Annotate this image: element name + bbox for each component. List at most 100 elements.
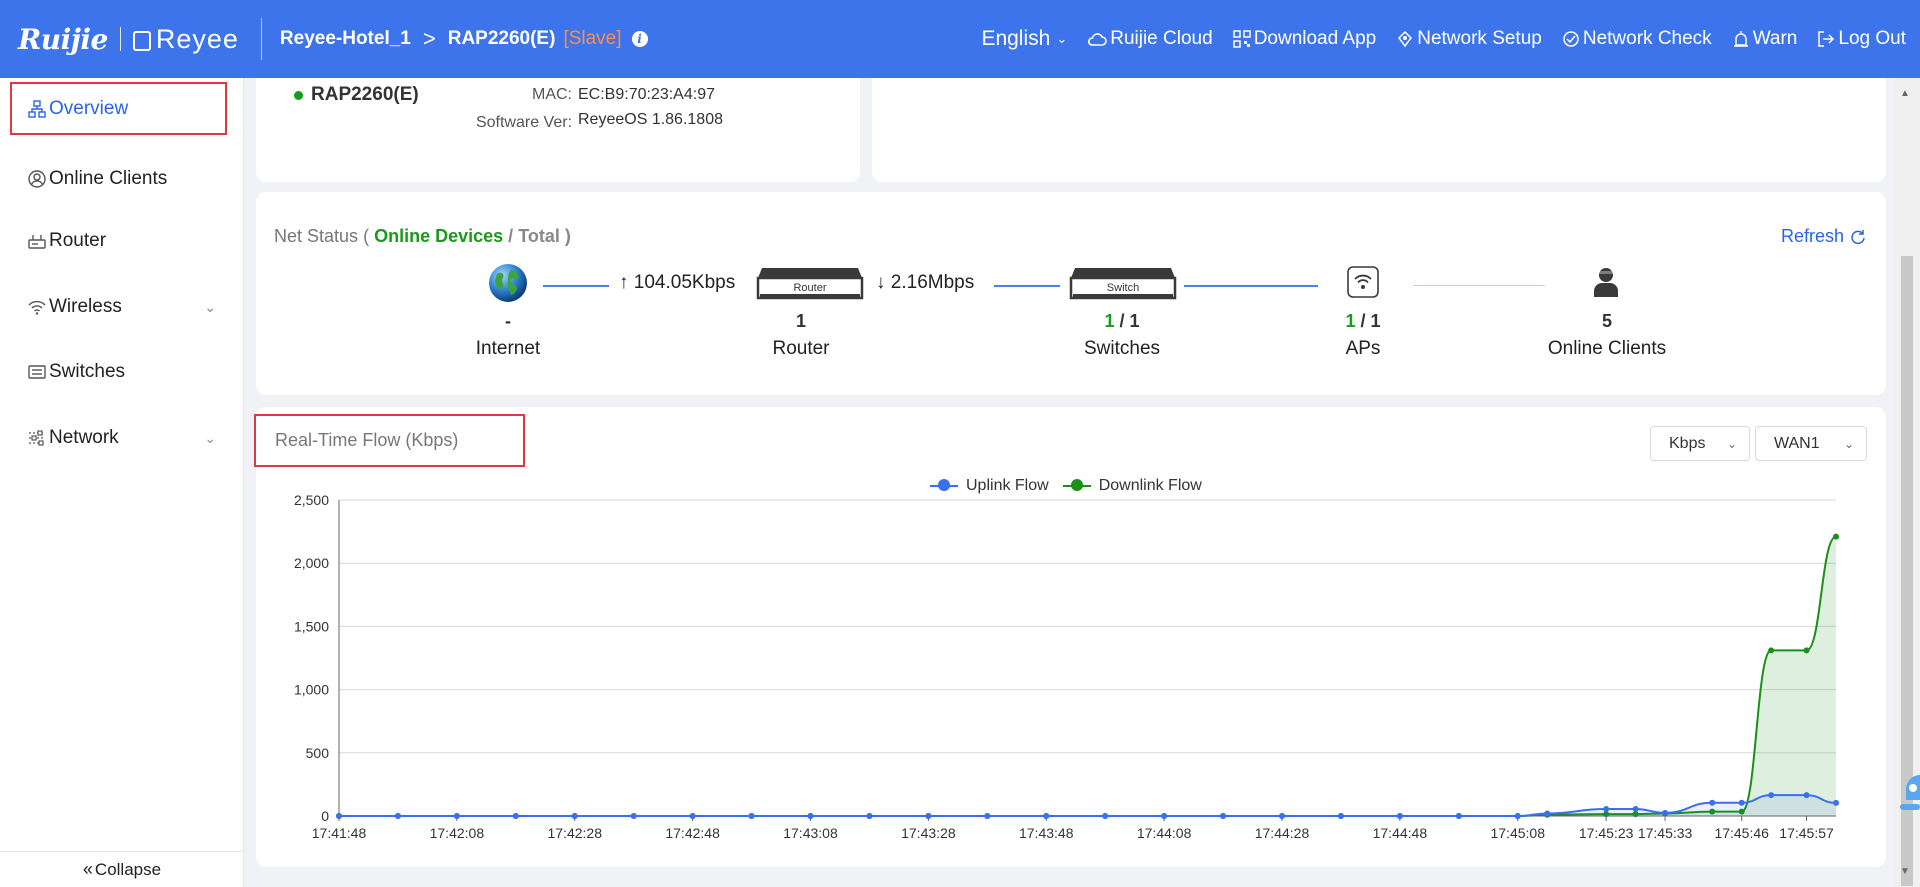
- router-count: 1: [795, 311, 807, 331]
- help-assistant-icon[interactable]: [1895, 770, 1920, 830]
- chevron-down-icon: ⌄: [1056, 31, 1068, 46]
- warn-link[interactable]: Warn: [1732, 28, 1798, 50]
- uplink-flow-point: [748, 813, 755, 819]
- flow-title: Real-Time Flow (Kbps): [254, 414, 525, 467]
- user-circle-icon: [28, 170, 46, 188]
- device-info-card: RAP2260(E) MAC: EC:B9:70:23:A4:97 Softwa…: [256, 78, 860, 182]
- sidebar-item-label: Overview: [49, 97, 129, 119]
- wan-select[interactable]: WAN1 ⌄: [1755, 426, 1867, 461]
- aps-count: 1 / 1: [1345, 311, 1381, 331]
- uplink-flow-point: [984, 813, 991, 819]
- uplink-flow-point: [1603, 806, 1610, 813]
- wifi-icon: [28, 300, 46, 315]
- x-tick-label: 17:45:23: [1579, 825, 1634, 841]
- uplink-flow-point: [1455, 813, 1462, 819]
- qr-code-icon: [1232, 30, 1251, 48]
- sidebar-item-wireless[interactable]: Wireless ⌄: [10, 281, 226, 333]
- downlink-speed-value: 2.16Mbps: [890, 272, 975, 293]
- uplink-flow-point: [1738, 799, 1745, 806]
- logo[interactable]: Ruijie Reyee: [18, 19, 239, 59]
- sidebar-item-online-clients[interactable]: Online Clients: [10, 153, 226, 205]
- uplink-flow-point: [807, 813, 814, 819]
- user-icon[interactable]: [1592, 266, 1620, 298]
- x-tick-label: 17:43:08: [783, 825, 838, 841]
- x-tick-label: 17:41:48: [312, 825, 367, 841]
- sidebar-item-router[interactable]: Router: [10, 215, 226, 267]
- scroll-down-icon[interactable]: ▼: [1900, 866, 1910, 877]
- uplink-flow-point: [1514, 813, 1521, 819]
- switch-icon: [28, 365, 46, 379]
- sidebar: Overview Online Clients Router Wireless …: [0, 78, 244, 887]
- scroll-up-icon[interactable]: ▲: [1900, 88, 1910, 99]
- language-select[interactable]: English ⌄: [981, 27, 1067, 51]
- net-status-card: Net Status ( Online Devices / Total ) Re…: [256, 192, 1886, 395]
- y-tick-label: 0: [321, 808, 329, 824]
- network-setup-link[interactable]: Network Setup: [1396, 28, 1542, 50]
- network-setup-label: Network Setup: [1417, 28, 1542, 49]
- uplink-flow-point: [1278, 813, 1285, 819]
- sidebar-item-label: Wireless: [49, 296, 122, 317]
- router-label: Router: [772, 338, 830, 359]
- warn-label: Warn: [1752, 28, 1798, 49]
- aps-total: 1: [1370, 311, 1381, 331]
- downlink-flow-area: [339, 536, 1836, 816]
- device-role-badge: [Slave]: [563, 28, 622, 49]
- collapse-button[interactable]: « Collapse: [0, 851, 244, 887]
- refresh-button[interactable]: Refresh: [1781, 226, 1866, 247]
- clients-count: 5: [1601, 311, 1613, 331]
- downlink-flow-line: [339, 535, 1837, 817]
- uplink-flow-point: [512, 813, 519, 819]
- net-status-paren-close: ): [564, 226, 571, 246]
- device-details-card: [872, 78, 1886, 182]
- breadcrumb: Reyee-Hotel_1 > RAP2260(E) [Slave] i: [280, 26, 648, 52]
- ruijie-cloud-link[interactable]: Ruijie Cloud: [1087, 28, 1213, 50]
- device-name-text: RAP2260(E): [311, 84, 419, 105]
- globe-icon[interactable]: [487, 262, 529, 304]
- page-scrollbar[interactable]: ▲ ▼: [1894, 78, 1920, 887]
- network-check-link[interactable]: Network Check: [1562, 28, 1712, 50]
- sidebar-item-label: Online Clients: [49, 168, 168, 189]
- download-app-link[interactable]: Download App: [1232, 28, 1376, 50]
- uplink-flow-point: [866, 813, 873, 819]
- uplink-flow-point: [1161, 813, 1168, 819]
- chevron-down-icon: ⌄: [1843, 436, 1854, 451]
- refresh-icon: [1851, 229, 1865, 244]
- info-icon[interactable]: i: [631, 31, 648, 47]
- y-tick-label: 2,000: [294, 555, 329, 571]
- wan-select-value: WAN1: [1774, 434, 1820, 452]
- log-out-link[interactable]: Log Out: [1817, 28, 1906, 50]
- downlink-flow-point: [1803, 647, 1810, 654]
- aps-label: APs: [1345, 338, 1381, 359]
- top-nav: English ⌄ Ruijie Cloud Download App Netw…: [981, 27, 1906, 51]
- uplink-flow-point: [1709, 799, 1716, 806]
- x-tick-label: 17:42:48: [665, 825, 720, 841]
- unit-select[interactable]: Kbps ⌄: [1650, 426, 1750, 461]
- sidebar-item-label: Router: [49, 230, 107, 251]
- uplink-flow-area: [339, 795, 1836, 816]
- x-tick-label: 17:43:28: [901, 825, 956, 841]
- network-setup-icon: [1398, 30, 1413, 48]
- breadcrumb-site[interactable]: Reyee-Hotel_1: [280, 28, 411, 50]
- mac-value: EC:B9:70:23:A4:97: [578, 86, 715, 103]
- sidebar-item-switches[interactable]: Switches: [10, 346, 226, 398]
- net-status-paren-open: (: [363, 226, 370, 246]
- uplink-flow-point: [1396, 813, 1403, 819]
- access-point-icon[interactable]: [1347, 266, 1379, 298]
- sidebar-item-overview[interactable]: Overview: [10, 82, 227, 135]
- net-status-total-label: Total: [518, 226, 560, 246]
- sidebar-item-network[interactable]: Network ⌄: [10, 412, 226, 464]
- reyee-logo: Reyee: [155, 23, 239, 54]
- sidebar-item-label: Network: [49, 427, 119, 448]
- switches-count: 1 / 1: [1104, 311, 1140, 331]
- uplink-flow-point: [1544, 810, 1551, 817]
- breadcrumb-device: RAP2260(E): [447, 28, 556, 49]
- x-tick-label: 17:42:28: [547, 825, 602, 841]
- arrow-up-icon: ↑: [619, 272, 629, 293]
- y-tick-label: 2,500: [294, 492, 329, 508]
- topology-link: [1413, 285, 1545, 286]
- uplink-speed-value: 104.05Kbps: [633, 272, 736, 293]
- software-label: Software Ver:: [475, 114, 572, 131]
- sidebar-item-label: Switches: [49, 361, 126, 382]
- switches-total: 1: [1129, 311, 1140, 331]
- topology-link: [994, 285, 1060, 287]
